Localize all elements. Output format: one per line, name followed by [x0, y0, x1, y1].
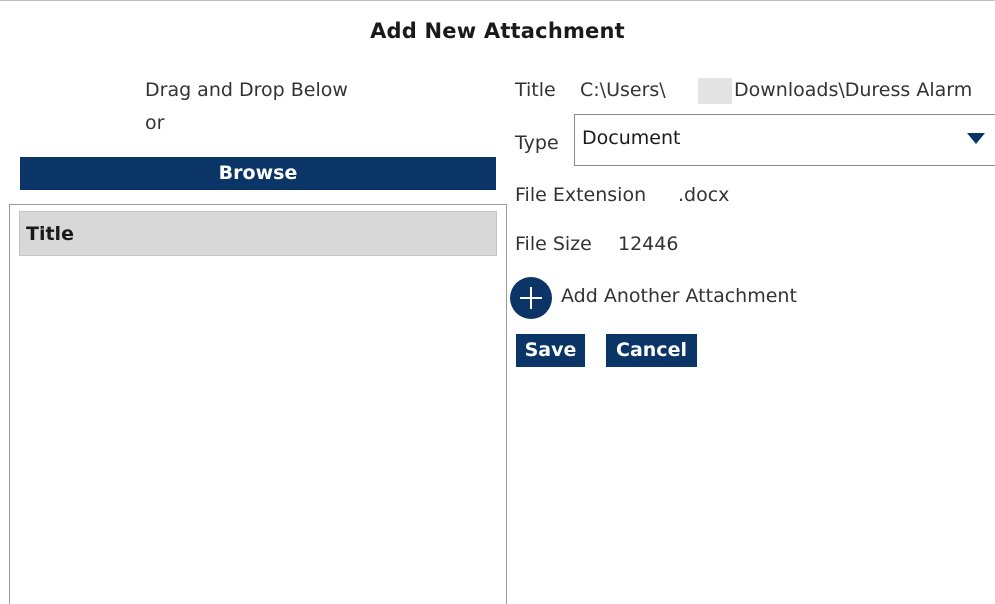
type-dropdown-value: Document: [582, 127, 681, 149]
file-extension-label: File Extension: [515, 184, 647, 206]
title-label: Title: [515, 79, 556, 101]
browse-button[interactable]: Browse: [20, 157, 496, 190]
or-separator-text: or: [145, 112, 165, 134]
file-size-label: File Size: [515, 233, 592, 255]
file-extension-value: .docx: [678, 184, 730, 206]
drag-drop-instruction: Drag and Drop Below: [145, 79, 348, 101]
dialog-title: Add New Attachment: [370, 19, 625, 43]
type-dropdown[interactable]: Document: [574, 114, 995, 166]
title-path-prefix: C:\Users\: [580, 79, 666, 101]
title-path-value: C:\Users\ Downloads\Duress Alarm: [578, 77, 995, 107]
type-label: Type: [515, 132, 559, 154]
attachment-drop-list[interactable]: Title: [9, 204, 507, 604]
file-size-value: 12446: [618, 233, 679, 255]
list-header-title: Title: [26, 223, 74, 245]
cancel-button[interactable]: Cancel: [606, 334, 697, 367]
plus-circle-icon[interactable]: [510, 277, 552, 319]
redacted-username: [698, 78, 732, 104]
list-column-header[interactable]: Title: [19, 211, 497, 256]
save-button[interactable]: Save: [516, 334, 585, 367]
title-path-suffix: Downloads\Duress Alarm: [734, 79, 973, 101]
add-attachment-dialog: Add New Attachment Drag and Drop Below o…: [0, 0, 995, 604]
caret-down-icon[interactable]: [967, 133, 985, 144]
add-another-attachment-link[interactable]: Add Another Attachment: [561, 285, 797, 307]
